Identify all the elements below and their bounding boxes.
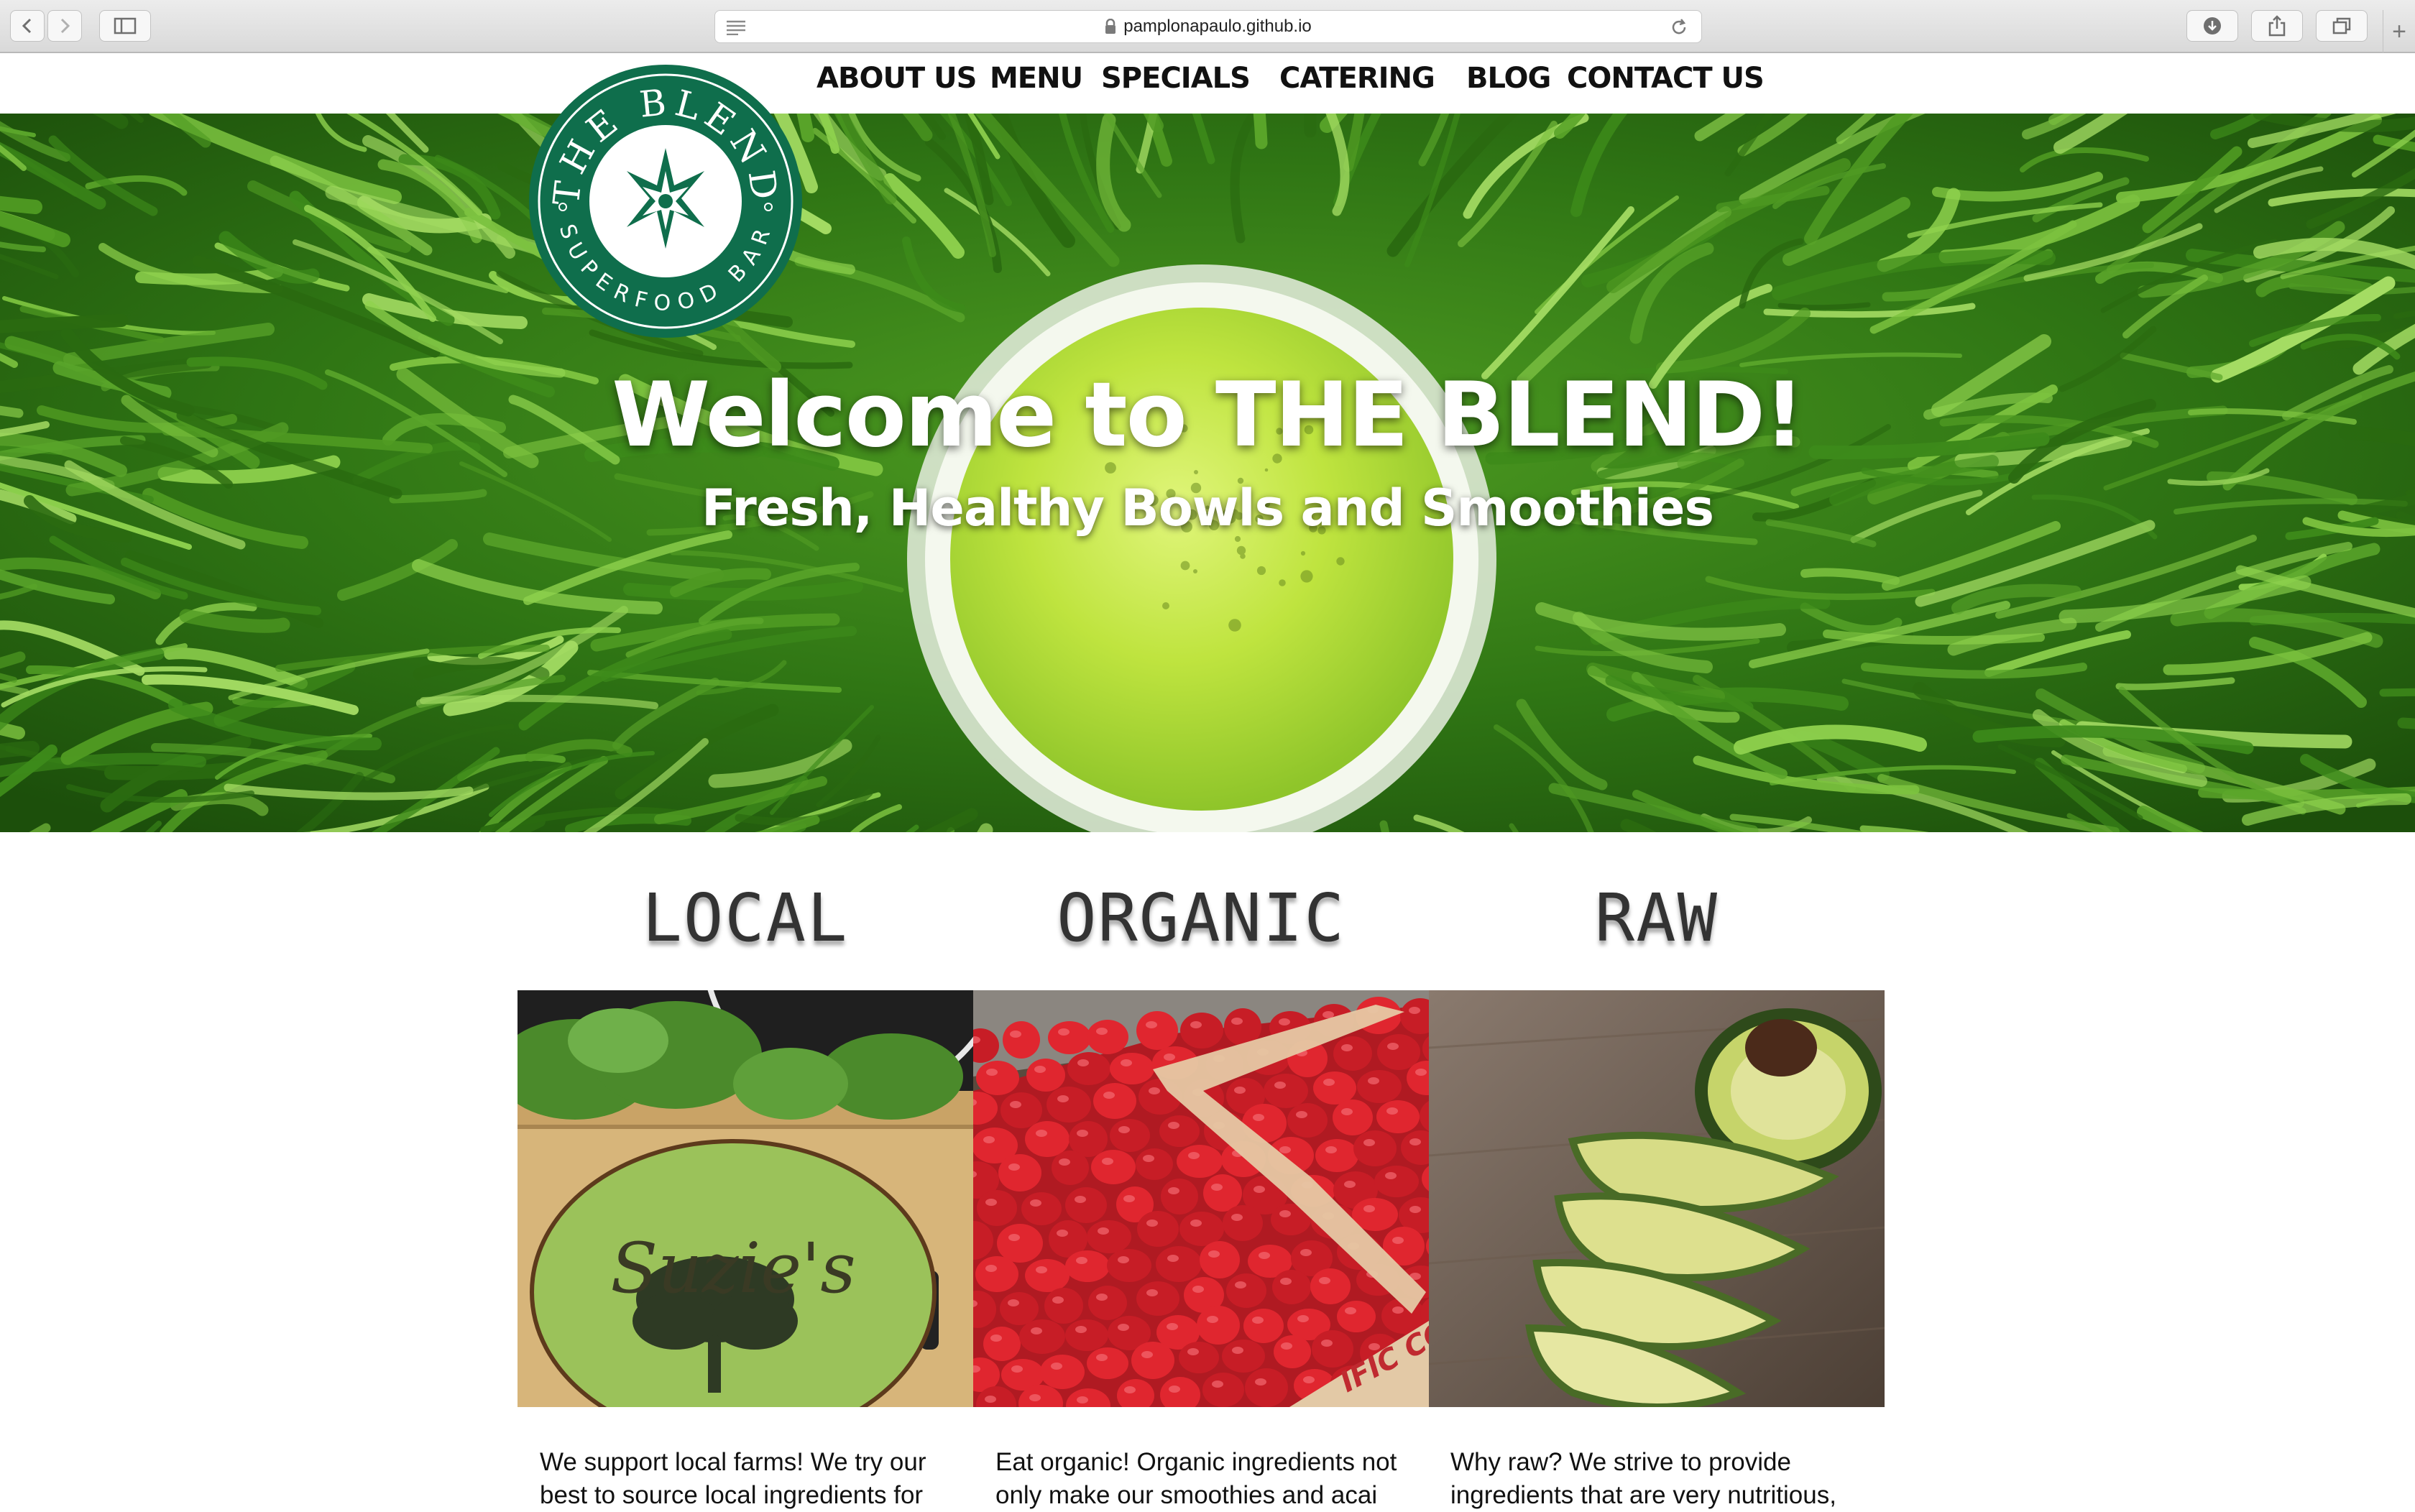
downloads-button[interactable] [2186, 10, 2238, 42]
hero-title: Welcome to THE BLEND! [612, 364, 1805, 467]
reload-icon[interactable] [1670, 17, 1688, 42]
nav-contact-us[interactable]: CONTACT US [1567, 62, 1765, 95]
address-bar[interactable]: pamplonapaulo.github.io [714, 10, 1702, 43]
url-text: pamplonapaulo.github.io [1123, 17, 1312, 36]
chevron-left-icon [22, 18, 32, 34]
organic-strawberries-image: IFIC COAS [973, 990, 1429, 1407]
nav-catering[interactable]: CATERING [1279, 62, 1435, 95]
new-tab-button[interactable]: + [2383, 10, 2415, 53]
plus-icon: + [2392, 17, 2406, 45]
back-button[interactable] [10, 10, 45, 42]
reader-view-icon[interactable] [725, 19, 747, 40]
nav-blog[interactable]: BLOG [1466, 62, 1551, 95]
share-button[interactable] [2251, 10, 2303, 42]
feature-text-local: We support local farms! We try our best … [540, 1448, 926, 1509]
browser-toolbar: pamplonapaulo.github.io + [0, 0, 2415, 53]
hero-subtitle: Fresh, Healthy Bowls and Smoothies [701, 479, 1714, 538]
tabs-icon [2332, 17, 2351, 34]
the-blend-logo[interactable]: THE BLEND SUPERFOOD BAR [528, 63, 804, 339]
sidebar-toggle-button[interactable] [99, 10, 151, 42]
share-icon [2268, 15, 2286, 37]
feature-title-local: LOCAL [642, 880, 849, 956]
feature-text-organic: Eat organic! Organic ingredients not onl… [995, 1448, 1397, 1509]
suzies-label: Suzie's [610, 1228, 855, 1309]
feature-title-organic: ORGANIC [1057, 880, 1346, 956]
raw-avocado-image [1429, 990, 1885, 1407]
nav-about-us[interactable]: ABOUT US [816, 62, 977, 95]
nav-specials[interactable]: SPECIALS [1101, 62, 1251, 95]
hero-background-image [0, 114, 2415, 832]
forward-button[interactable] [47, 10, 82, 42]
chevron-right-icon [60, 18, 70, 34]
hero-banner: Welcome to THE BLEND! Fresh, Healthy Bow… [0, 114, 2415, 832]
download-icon [2204, 17, 2221, 34]
local-produce-image: Suzie's [518, 990, 973, 1407]
lock-icon [1105, 19, 1116, 34]
nav-menu[interactable]: MENU [990, 62, 1083, 95]
feature-text-raw: Why raw? We strive to provide ingredient… [1450, 1448, 1836, 1509]
feature-title-raw: RAW [1594, 880, 1719, 956]
tabs-overview-button[interactable] [2316, 10, 2368, 42]
sidebar-icon [114, 17, 137, 34]
